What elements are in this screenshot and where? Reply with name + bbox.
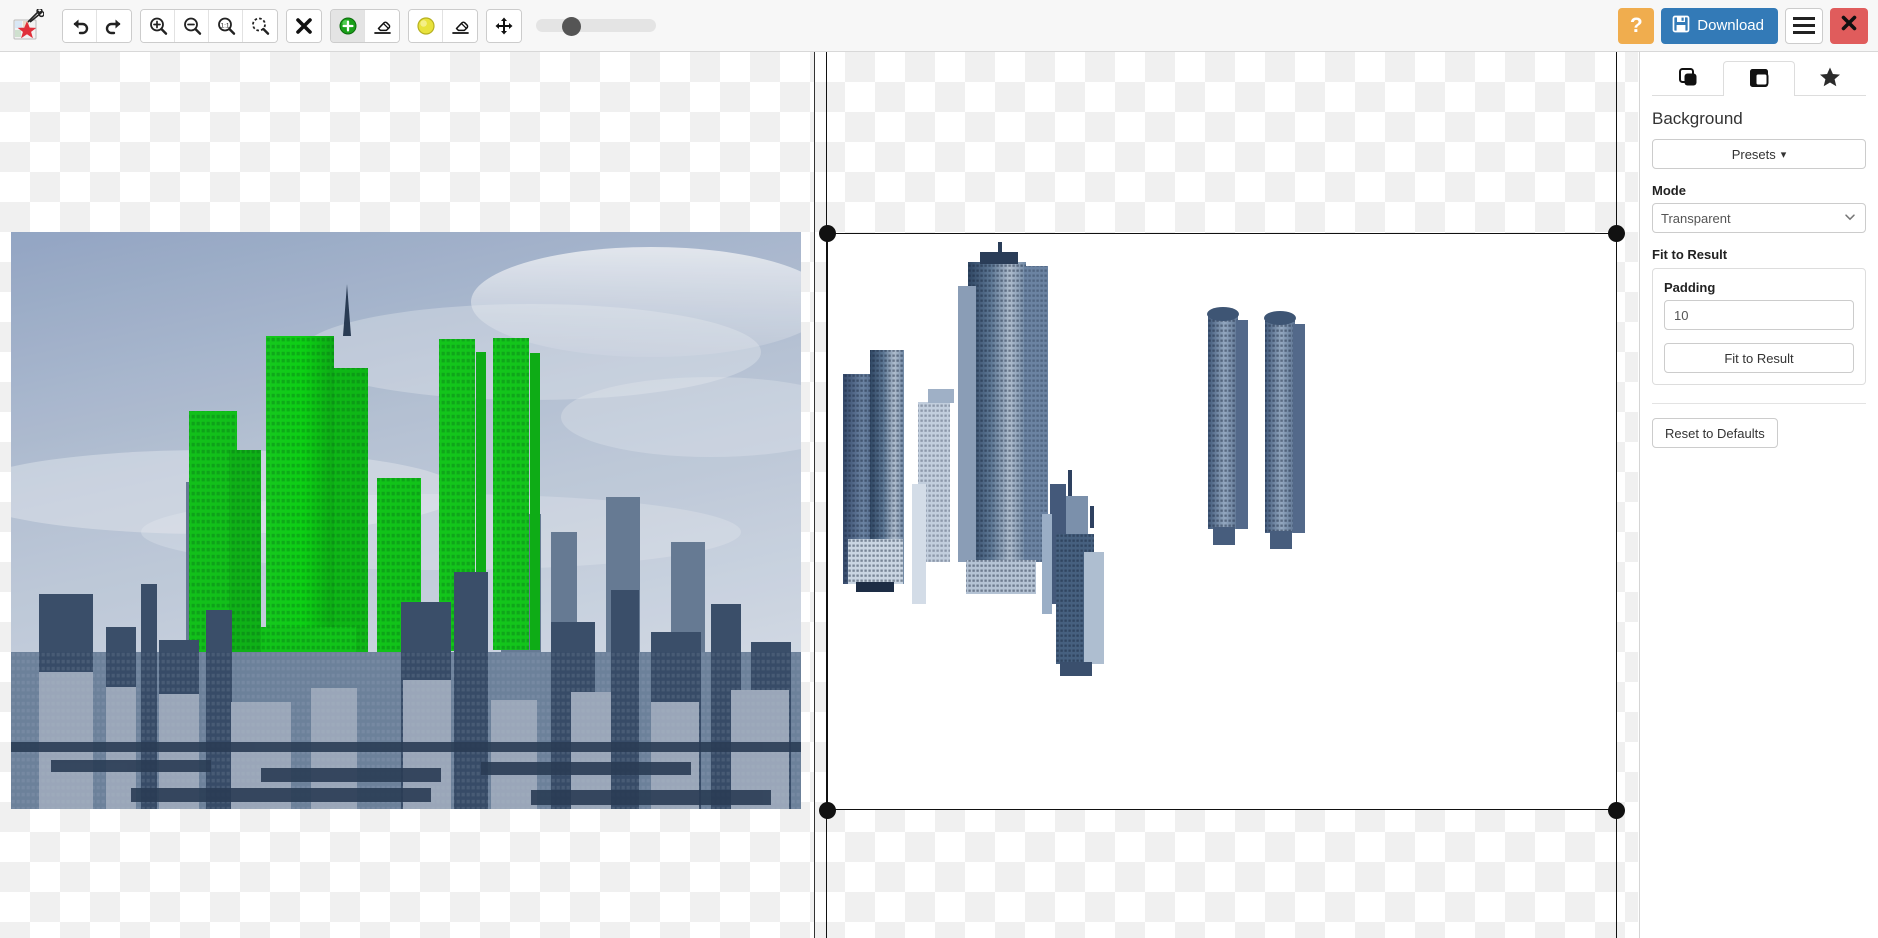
- brush-size-slider-knob[interactable]: [562, 16, 581, 36]
- mode-value: Transparent: [1661, 210, 1731, 226]
- mode-select[interactable]: Transparent: [1652, 203, 1866, 233]
- chevron-down-icon: [1843, 210, 1857, 227]
- reset-to-defaults-label: Reset to Defaults: [1665, 425, 1765, 441]
- pan-tool-group: [486, 8, 522, 43]
- background-tool-group: [408, 8, 478, 43]
- pane-divider[interactable]: [814, 52, 815, 938]
- menu-line: [1793, 24, 1815, 27]
- help-button[interactable]: ?: [1618, 7, 1655, 44]
- mode-label: Mode: [1652, 183, 1686, 198]
- panel-title: Background: [1652, 109, 1743, 128]
- toolbar-right-actions: ? Download: [1618, 7, 1878, 44]
- star-icon: [1818, 65, 1842, 94]
- close-button[interactable]: [1830, 7, 1868, 44]
- result-bounding-box[interactable]: [827, 233, 1617, 810]
- download-button[interactable]: Download: [1661, 7, 1778, 44]
- layers-filled-icon: [1676, 65, 1700, 94]
- clear-markings-button[interactable]: [287, 9, 321, 42]
- foreground-marker-tool[interactable]: [331, 9, 365, 42]
- panel-tab-bar: [1652, 52, 1866, 96]
- hamburger-menu-icon[interactable]: [1785, 7, 1823, 44]
- foreground-eraser-tool[interactable]: [365, 9, 399, 42]
- presets-label: Presets: [1731, 146, 1776, 162]
- fit-to-result-section-label: Fit to Result: [1652, 247, 1728, 262]
- tab-effects[interactable]: [1795, 61, 1866, 96]
- background-eraser-tool[interactable]: [443, 9, 477, 42]
- fit-to-result-card: Padding Fit to Result: [1652, 268, 1866, 385]
- menu-line: [1793, 31, 1815, 34]
- fit-to-result-button[interactable]: Fit to Result: [1664, 343, 1854, 373]
- floppy-disk-save-icon: [1672, 15, 1690, 37]
- source-photo[interactable]: [11, 232, 801, 809]
- x-close-icon: [1839, 13, 1859, 38]
- redo-button[interactable]: [97, 9, 131, 42]
- tab-background[interactable]: [1723, 61, 1795, 96]
- reset-to-defaults-button[interactable]: Reset to Defaults: [1652, 418, 1778, 448]
- top-toolbar: 1:1 ? Download: [0, 0, 1878, 52]
- resize-handle-bottom-left[interactable]: [819, 802, 836, 819]
- settings-side-panel: Background Presets ▾ Mode Transparent Fi…: [1639, 52, 1878, 938]
- app-logo-icon[interactable]: [0, 0, 54, 52]
- tab-foreground[interactable]: [1652, 61, 1723, 96]
- brush-size-slider[interactable]: [536, 9, 656, 43]
- padding-input[interactable]: [1664, 300, 1854, 330]
- result-image-canvas[interactable]: [815, 52, 1638, 938]
- help-label: ?: [1629, 13, 1643, 37]
- fit-to-result-button-label: Fit to Result: [1724, 350, 1794, 366]
- zoom-out-button[interactable]: [175, 9, 209, 42]
- zoom-actual-size-button[interactable]: 1:1: [209, 9, 243, 42]
- zoom-fit-button[interactable]: [243, 9, 277, 42]
- resize-handle-top-right[interactable]: [1608, 225, 1625, 242]
- source-image-canvas[interactable]: [0, 52, 814, 938]
- resize-handle-bottom-right[interactable]: [1608, 802, 1625, 819]
- zoom-tool-group: 1:1: [140, 8, 278, 43]
- presets-button[interactable]: Presets ▾: [1652, 139, 1866, 169]
- brush-size-slider-track[interactable]: [536, 19, 656, 32]
- zoom-in-button[interactable]: [141, 9, 175, 42]
- clear-tool-group: [286, 8, 322, 43]
- background-marker-tool[interactable]: [409, 9, 443, 42]
- padding-label: Padding: [1664, 280, 1716, 295]
- resize-handle-top-left[interactable]: [819, 225, 836, 242]
- chevron-down-icon: ▾: [1780, 148, 1787, 161]
- panel-divider: [1652, 403, 1866, 404]
- undo-button[interactable]: [63, 9, 97, 42]
- pan-tool[interactable]: [487, 9, 521, 42]
- menu-line: [1793, 17, 1815, 20]
- history-tool-group: [62, 8, 132, 43]
- svg-text:1:1: 1:1: [220, 22, 229, 29]
- layers-outline-icon: [1747, 65, 1771, 94]
- foreground-tool-group: [330, 8, 400, 43]
- editor-workspace: [0, 52, 1638, 938]
- download-label: Download: [1697, 17, 1764, 34]
